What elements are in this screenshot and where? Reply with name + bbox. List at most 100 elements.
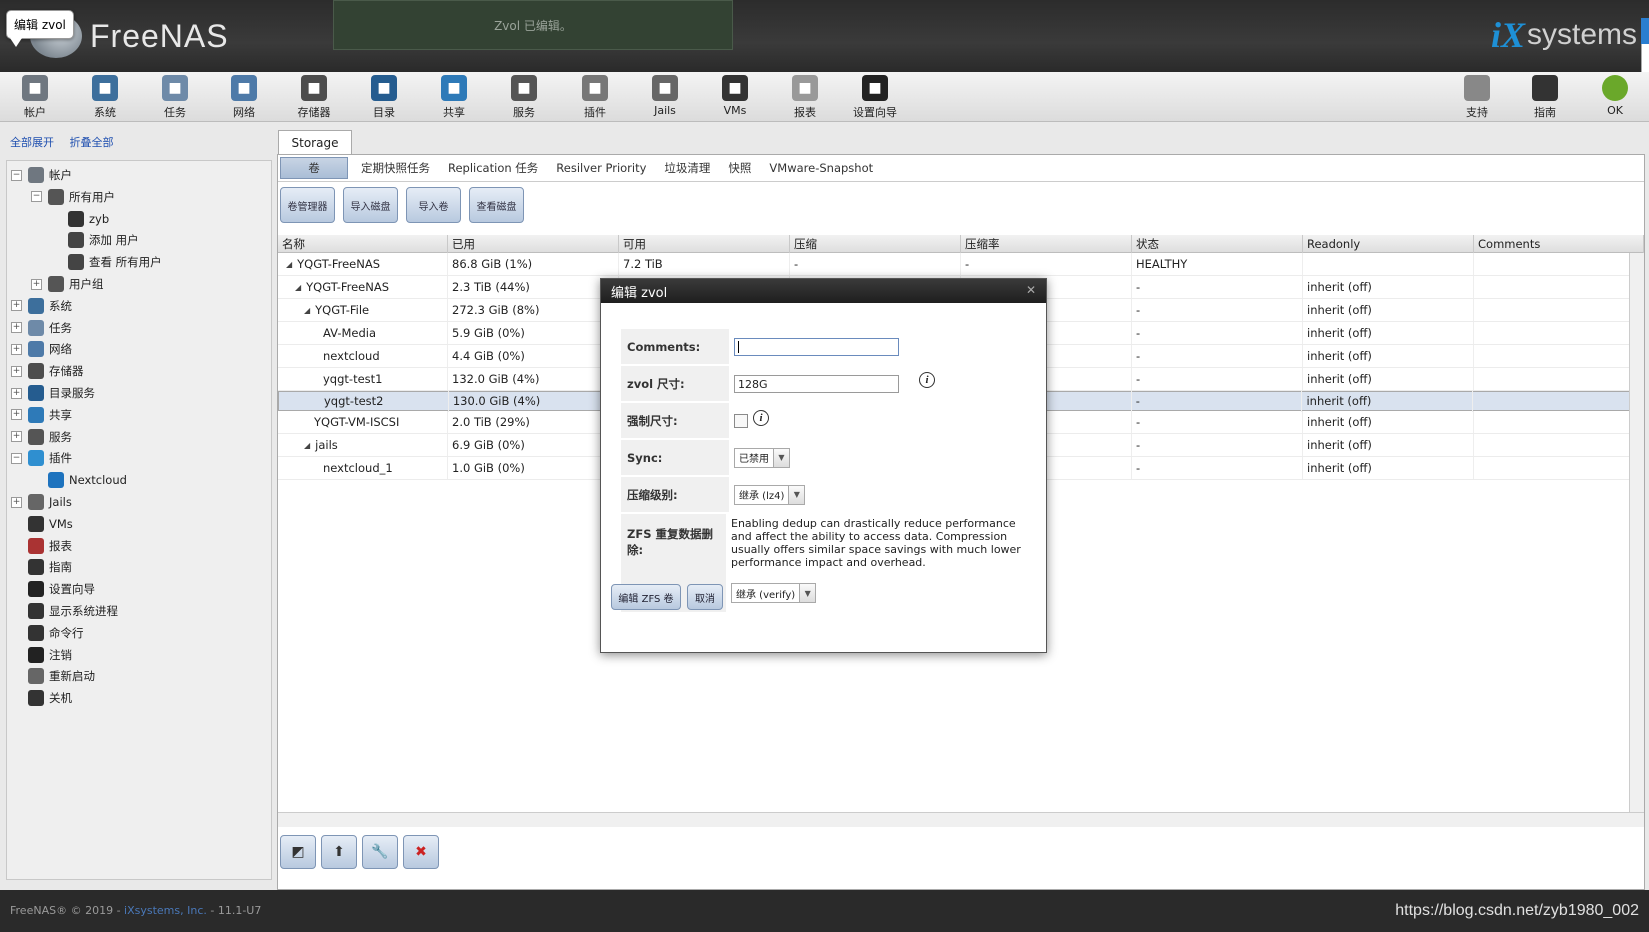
toolbar-item-8[interactable]: ■ 插件	[565, 75, 625, 120]
vertical-scrollbar[interactable]	[1629, 253, 1644, 812]
size-info-icon[interactable]: i	[919, 372, 935, 388]
expander-icon[interactable]: +	[11, 365, 22, 377]
size-input[interactable]: 128G	[734, 375, 899, 393]
expander-icon[interactable]: +	[11, 496, 22, 508]
sidebar-item-10[interactable]: + 目录服务	[11, 383, 95, 403]
column-header-7[interactable]: Comments	[1474, 235, 1644, 253]
column-header-6[interactable]: Readonly	[1303, 235, 1474, 253]
cancel-button[interactable]: 取消	[687, 584, 723, 610]
toolbar-item-12[interactable]: ■ 设置向导	[845, 75, 905, 120]
force-info-icon[interactable]: i	[753, 409, 769, 426]
sidebar-item-17[interactable]: 报表	[11, 536, 72, 556]
toolbar-item-1[interactable]: ■ 系统	[75, 75, 135, 120]
horizontal-scrollbar[interactable]	[278, 812, 1644, 827]
expand-triangle-icon[interactable]: ◢	[304, 306, 310, 315]
toolbar-right-item-2[interactable]: OK	[1585, 75, 1645, 117]
sidebar-item-18[interactable]: 指南	[11, 557, 72, 577]
create-zvol-button[interactable]: ◩	[280, 835, 316, 869]
column-header-4[interactable]: 压缩率	[961, 235, 1132, 253]
expander-icon[interactable]: +	[11, 387, 22, 399]
toolbar-item-4[interactable]: ■ 存储器	[284, 75, 344, 120]
sidebar-item-2[interactable]: zyb	[51, 209, 109, 229]
expander-icon[interactable]: −	[11, 452, 22, 464]
sidebar-item-5[interactable]: + 用户组	[31, 274, 104, 294]
compression-select[interactable]: 继承 (lz4) ▼	[734, 484, 806, 505]
column-header-1[interactable]: 已用	[448, 235, 619, 253]
toolbar-item-3[interactable]: ■ 网络	[214, 75, 274, 120]
force-size-checkbox[interactable]	[734, 413, 748, 428]
table-row[interactable]: ◢ YQGT-FreeNAS 86.8 GiB (1%) 7.2 TiB - - HEALT…	[278, 253, 1644, 276]
toolbar-item-0[interactable]: ■ 帐户	[5, 75, 65, 120]
toolbar-item-6[interactable]: ■ 共享	[424, 75, 484, 120]
destroy-zvol-button[interactable]: ✖	[403, 835, 439, 869]
toolbar-item-5[interactable]: ■ 目录	[354, 75, 414, 120]
sidebar-item-7[interactable]: + 任务	[11, 318, 72, 338]
expand-triangle-icon[interactable]: ◢	[295, 283, 301, 292]
expander-icon[interactable]: +	[11, 300, 22, 312]
toolbar-item-9[interactable]: ■ Jails	[635, 75, 695, 117]
expander-icon[interactable]: +	[11, 431, 22, 443]
sidebar-item-22[interactable]: 注销	[11, 645, 72, 665]
sidebar-item-9[interactable]: + 存储器	[11, 361, 84, 381]
toolbar-item-11[interactable]: ■ 报表	[775, 75, 835, 120]
subtab-5[interactable]: 快照	[719, 157, 760, 179]
sidebar-item-12[interactable]: + 服务	[11, 427, 72, 447]
subtab-6[interactable]: VMware-Snapshot	[760, 157, 882, 179]
expand-triangle-icon[interactable]: ◢	[304, 441, 310, 450]
sidebar-item-0[interactable]: − 帐户	[11, 165, 72, 185]
sidebar-item-13[interactable]: − 插件	[11, 448, 72, 468]
expand-all-link[interactable]: 全部展开	[10, 136, 54, 149]
expander-icon[interactable]: +	[11, 322, 22, 334]
company-link[interactable]: iXsystems, Inc.	[124, 904, 207, 917]
sidebar-item-24[interactable]: 关机	[11, 688, 72, 708]
toolbar-item-7[interactable]: ■ 服务	[494, 75, 554, 120]
action-button-3[interactable]: 查看磁盘	[469, 187, 524, 223]
sidebar-item-1[interactable]: − 所有用户	[31, 187, 115, 207]
sidebar-item-11[interactable]: + 共享	[11, 405, 72, 425]
close-icon[interactable]: ✕	[1026, 283, 1036, 297]
column-header-0[interactable]: 名称	[278, 235, 448, 253]
subtab-4[interactable]: 垃圾清理	[655, 157, 719, 179]
column-header-3[interactable]: 压缩	[790, 235, 961, 253]
expander-icon[interactable]: −	[31, 191, 42, 203]
comments-input[interactable]	[734, 337, 899, 356]
subtab-2[interactable]: Replication 任务	[439, 157, 547, 179]
edit-options-button[interactable]: 🔧	[362, 835, 398, 869]
expander-icon[interactable]: +	[11, 343, 22, 355]
ixsystems-logo[interactable]: iX systems	[1491, 14, 1637, 56]
expander-icon[interactable]: +	[31, 278, 42, 290]
toolbar-right-item-1[interactable]: 指南	[1515, 75, 1575, 120]
expander-icon[interactable]: −	[11, 169, 22, 181]
sidebar-item-19[interactable]: 设置向导	[11, 579, 95, 599]
upgrade-pool-button[interactable]: ⬆	[321, 835, 357, 869]
dedup-select[interactable]: 继承 (verify) ▼	[731, 583, 817, 603]
action-button-1[interactable]: 导入磁盘	[343, 187, 398, 223]
sidebar-item-20[interactable]: 显示系统进程	[11, 601, 118, 621]
subtab-1[interactable]: 定期快照任务	[352, 157, 439, 179]
action-button-2[interactable]: 导入卷	[406, 187, 461, 223]
toolbar-item-10[interactable]: ■ VMs	[705, 75, 765, 117]
toolbar-right-item-0[interactable]: 支持	[1447, 75, 1507, 120]
action-button-0[interactable]: 卷管理器	[280, 187, 335, 223]
expand-triangle-icon[interactable]: ◢	[286, 260, 292, 269]
subtab-0[interactable]: 卷	[280, 157, 348, 179]
sidebar-item-14[interactable]: Nextcloud	[31, 470, 127, 490]
sidebar-item-21[interactable]: 命令行	[11, 623, 84, 643]
tab-storage[interactable]: Storage	[278, 130, 352, 155]
submit-button[interactable]: 编辑 ZFS 卷	[611, 584, 681, 610]
column-header-2[interactable]: 可用	[619, 235, 790, 253]
expander-icon[interactable]: +	[11, 409, 22, 421]
column-header-5[interactable]: 状态	[1132, 235, 1303, 253]
sidebar-item-8[interactable]: + 网络	[11, 339, 72, 359]
sidebar-item-6[interactable]: + 系统	[11, 296, 72, 316]
sidebar-item-15[interactable]: + Jails	[11, 492, 72, 512]
sync-select[interactable]: 已禁用 ▼	[734, 447, 790, 468]
collapse-all-link[interactable]: 折叠全部	[70, 136, 114, 149]
toolbar-item-2[interactable]: ■ 任务	[145, 75, 205, 120]
subtab-3[interactable]: Resilver Priority	[547, 157, 655, 179]
sidebar-item-3[interactable]: 添加 用户	[51, 230, 139, 250]
sidebar-item-23[interactable]: 重新启动	[11, 666, 95, 686]
sidebar-item-4[interactable]: 查看 所有用户	[51, 252, 162, 272]
dialog-titlebar[interactable]: 编辑 zvol ✕	[601, 279, 1046, 303]
sidebar-item-16[interactable]: VMs	[11, 514, 73, 534]
